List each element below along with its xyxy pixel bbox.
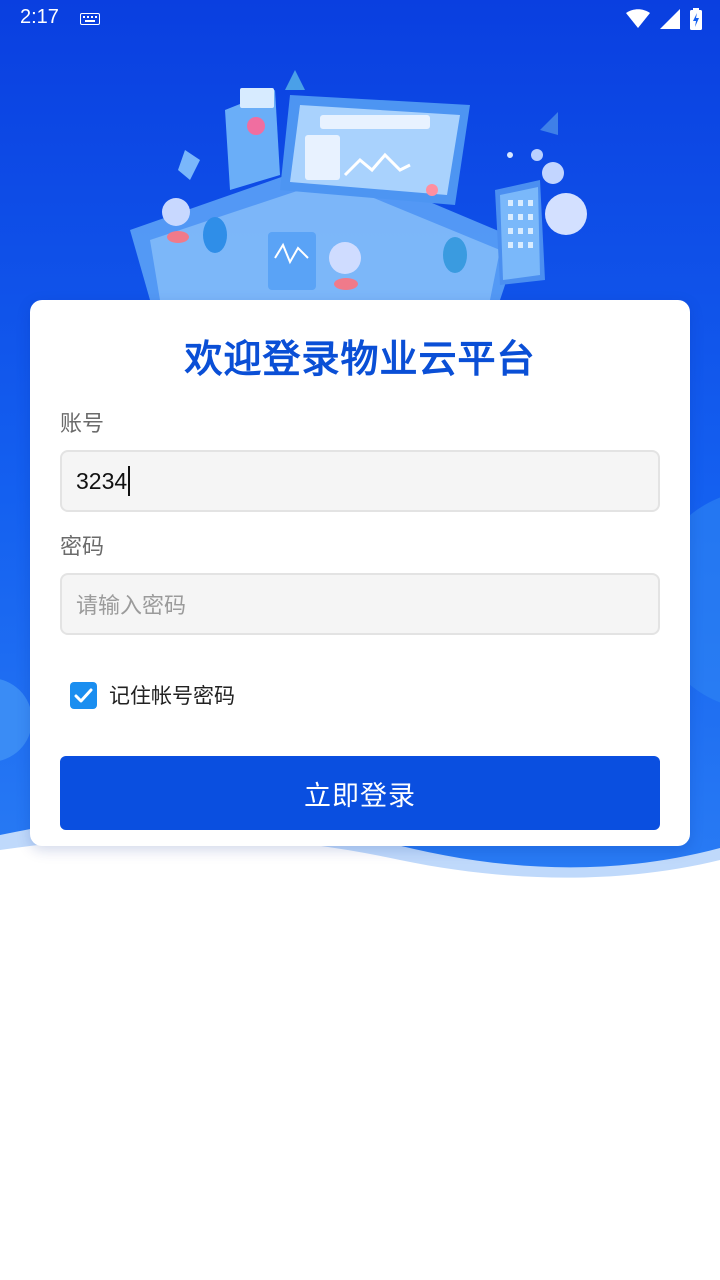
password-input[interactable]: 请输入密码 xyxy=(60,573,660,635)
remember-credentials[interactable]: 记住帐号密码 xyxy=(70,680,235,710)
login-title: 欢迎登录物业云平台 xyxy=(184,337,536,381)
remember-label: 记住帐号密码 xyxy=(109,684,235,708)
wifi-icon xyxy=(626,9,650,28)
remember-checkbox[interactable] xyxy=(70,681,97,709)
status-icons xyxy=(626,8,702,30)
login-button[interactable]: 立即登录 xyxy=(60,756,660,830)
account-input[interactable]: 3234 xyxy=(60,450,660,512)
battery-charging-icon xyxy=(690,8,702,30)
password-label: 密码 xyxy=(60,535,105,560)
text-caret xyxy=(128,466,131,496)
account-input-value: 3234 xyxy=(76,467,128,494)
login-card: 欢迎登录物业云平台 账号 3234 密码 请输入密码 记住帐号密码 立即登录 xyxy=(30,300,690,846)
keyboard-icon xyxy=(80,13,100,25)
signal-icon xyxy=(660,9,680,29)
password-placeholder: 请输入密码 xyxy=(76,594,187,619)
checkmark-icon xyxy=(74,688,93,702)
status-time: 2:17 xyxy=(20,6,59,28)
status-bar: 2:17 xyxy=(0,0,720,40)
account-label: 账号 xyxy=(60,412,105,437)
